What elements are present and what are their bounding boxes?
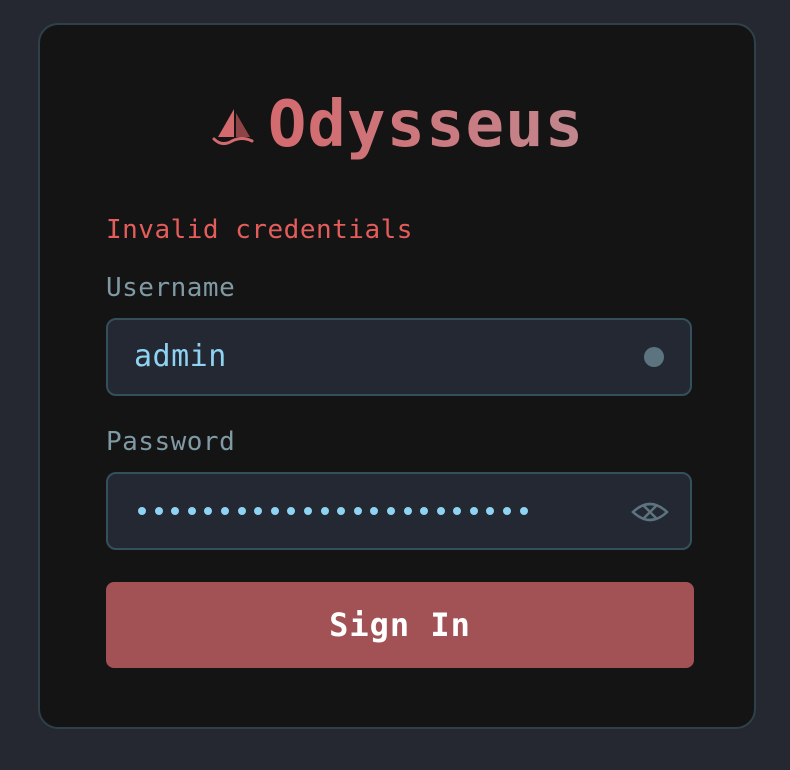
username-value: admin [134, 339, 227, 374]
login-card: Odysseus Invalid credentials Username ad… [38, 23, 756, 729]
password-mask-dot [436, 507, 445, 515]
brand-name: Odysseus [267, 88, 585, 162]
brand-header: Odysseus [40, 89, 754, 161]
password-mask-dot [353, 507, 362, 515]
password-field[interactable] [106, 472, 692, 550]
password-label: Password [106, 427, 236, 457]
password-mask-dot [320, 507, 329, 515]
password-mask-dot [287, 507, 296, 515]
password-mask-dot [237, 507, 246, 515]
username-label: Username [106, 273, 236, 303]
password-mask-dot [519, 507, 528, 515]
password-mask-dot [220, 507, 229, 515]
status-dot-icon [644, 347, 664, 367]
password-mask-dot [337, 507, 346, 515]
password-mask-dot [187, 507, 196, 515]
password-mask-dot [303, 507, 312, 515]
password-mask-dot [171, 507, 180, 515]
password-mask-dot [486, 507, 495, 515]
password-mask-dot [254, 507, 263, 515]
password-mask-dot [270, 507, 279, 515]
password-mask-dot [138, 507, 146, 515]
password-mask-dot [154, 507, 163, 515]
password-mask-dot [420, 507, 429, 515]
password-mask-dot [453, 507, 462, 515]
sign-in-button[interactable]: Sign In [106, 582, 694, 668]
error-message: Invalid credentials [106, 215, 413, 245]
password-mask-dot [403, 507, 412, 515]
password-mask-dot [370, 507, 379, 515]
sail-boat-icon [210, 103, 254, 147]
username-field[interactable]: admin [106, 318, 692, 396]
password-mask-dot [503, 507, 512, 515]
password-mask-dot [386, 507, 395, 515]
password-masked-value [138, 474, 528, 548]
password-mask-dot [204, 507, 213, 515]
password-mask-dot [469, 507, 478, 515]
eye-slash-icon[interactable] [630, 494, 670, 530]
